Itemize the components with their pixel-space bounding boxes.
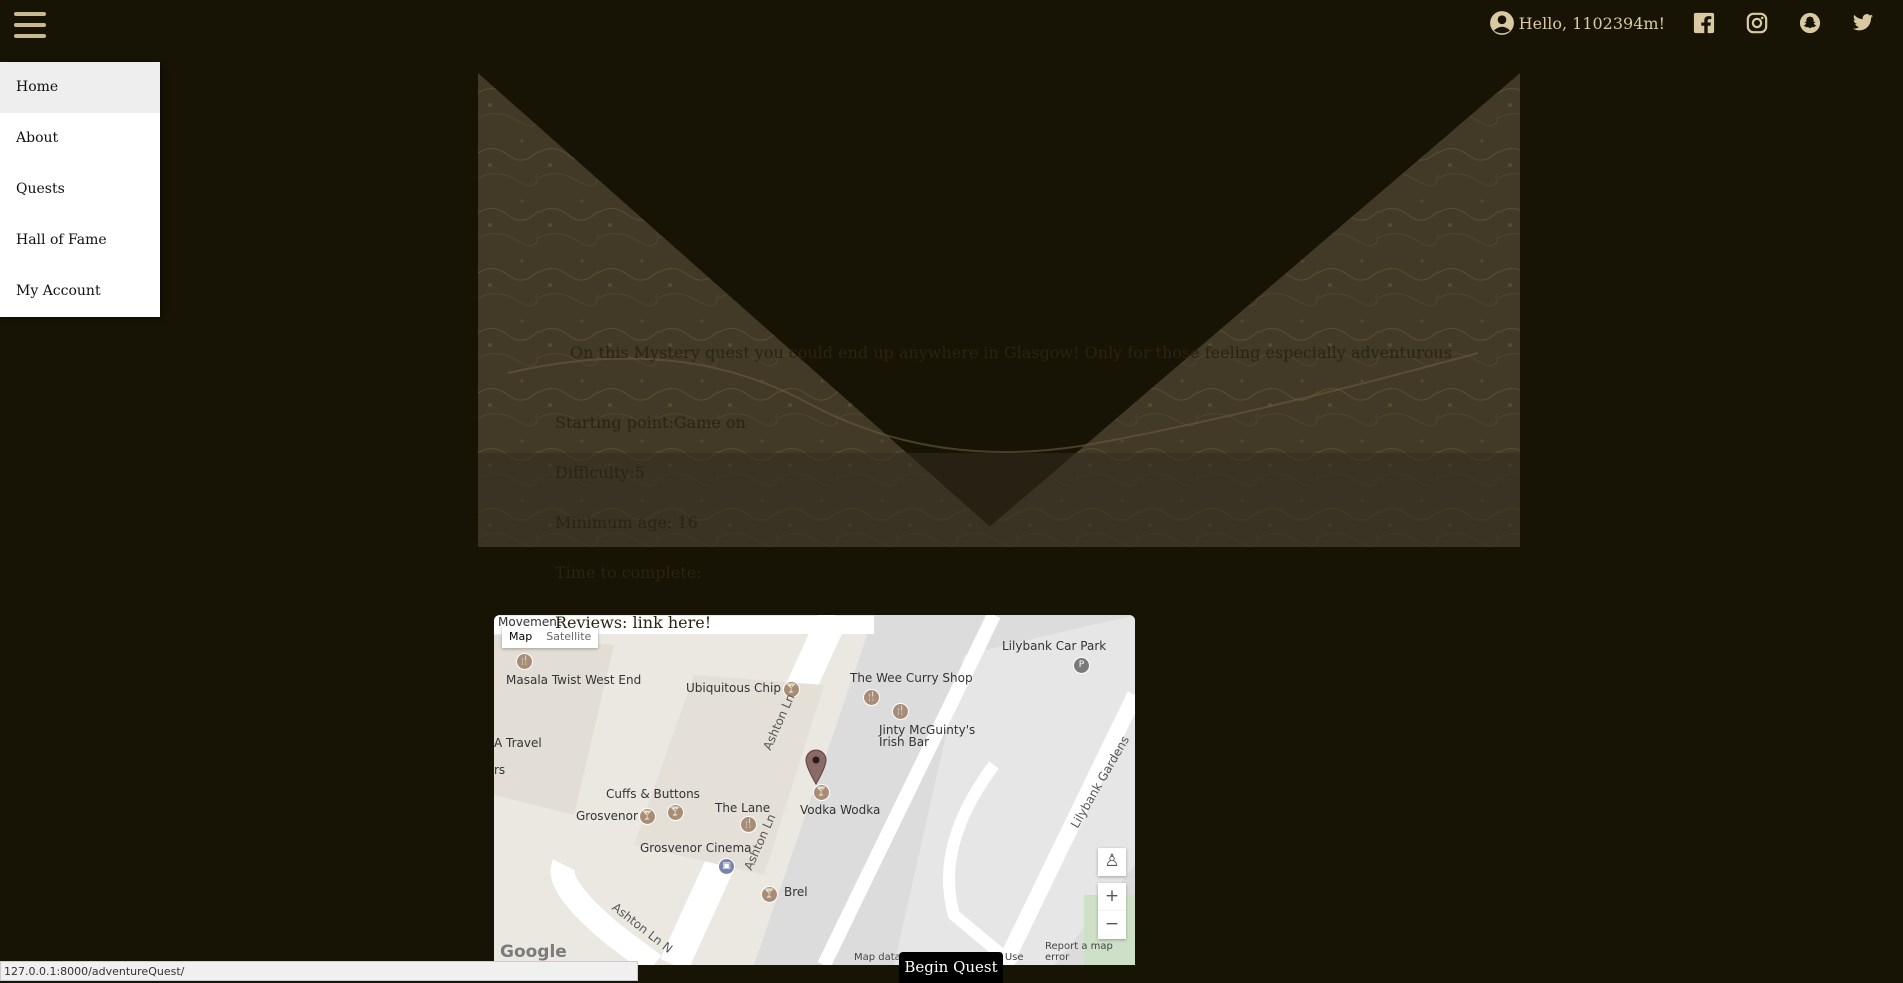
map-label: Lilybank Car Park [1002, 639, 1107, 653]
twitter-icon[interactable] [1850, 10, 1876, 36]
side-menu: Home About Quests Hall of Fame My Accoun… [0, 62, 160, 317]
menu-item-about[interactable]: About [0, 113, 160, 164]
restaurant-icon[interactable]: 🍴 [863, 689, 880, 706]
minimum-age: Minimum age: 16 [555, 513, 698, 532]
map-label: Movement [498, 615, 562, 629]
starting-point: Starting point:Game on [555, 413, 746, 432]
map-label: Masala Twist West End [506, 673, 642, 687]
restaurant-icon[interactable]: 🍴 [892, 703, 909, 720]
restaurant-icon[interactable]: 🍴 [516, 653, 533, 670]
facebook-icon[interactable] [1691, 10, 1717, 36]
map-label: Cuffs & Buttons [606, 787, 700, 801]
map-label: Grosvenor [576, 809, 638, 823]
quest-description: On this Mystery quest you could end up a… [570, 343, 1452, 362]
map-data-link[interactable]: Map data [854, 952, 901, 963]
menu-item-quests[interactable]: Quests [0, 164, 160, 215]
user-greeting[interactable]: Hello, 1102394m! [1489, 10, 1665, 36]
instagram-icon[interactable] [1744, 10, 1770, 36]
map-label: Ubiquitous Chip [686, 681, 781, 695]
parking-icon[interactable]: P [1073, 657, 1090, 674]
zoom-out-button[interactable]: − [1098, 911, 1126, 939]
map-label: Vodka Wodka [800, 803, 881, 817]
location-pin-icon[interactable] [805, 749, 827, 785]
browser-status-url: 127.0.0.1:8000/adventureQuest/ [0, 961, 638, 981]
menu-item-home[interactable]: Home [0, 62, 160, 113]
zoom-in-button[interactable]: + [1098, 883, 1126, 911]
bar-icon[interactable]: 🍸 [667, 804, 684, 821]
map-label: Grosvenor Cinema [640, 841, 752, 855]
greeting-text: Hello, 1102394m! [1518, 13, 1665, 33]
restaurant-icon[interactable]: 🍴 [740, 816, 757, 833]
difficulty: Difficulty:5 [555, 463, 645, 482]
menu-toggle-icon[interactable] [14, 12, 46, 40]
map-label: The Lane [715, 801, 771, 815]
google-logo: Google [500, 942, 567, 962]
google-map[interactable]: Map Satellite Movement 🍴 Masala Twist We… [494, 615, 1135, 965]
snapchat-icon[interactable] [1797, 10, 1823, 36]
report-map-error-link[interactable]: Report a map error [1045, 941, 1135, 963]
street-view-pegman-icon[interactable]: ♙ [1098, 848, 1126, 876]
map-label: rs [494, 763, 506, 777]
begin-quest-button[interactable]: Begin Quest [899, 952, 1003, 983]
menu-item-hall-of-fame[interactable]: Hall of Fame [0, 215, 160, 266]
time-to-complete: Time to complete: [555, 563, 702, 582]
bar-icon[interactable]: 🍸 [813, 784, 830, 801]
user-avatar-icon [1489, 11, 1514, 35]
map-label: Brel [784, 885, 808, 899]
map-label: Irish Bar [879, 735, 929, 749]
map-label: A Travel [494, 736, 542, 750]
bar-icon[interactable]: 🍸 [761, 886, 778, 903]
cinema-icon[interactable]: ▣ [718, 858, 735, 875]
map-label: The Wee Curry Shop [850, 671, 973, 685]
reviews-link[interactable]: Reviews: link here! [555, 613, 711, 632]
bar-icon[interactable]: 🍸 [639, 808, 656, 825]
menu-item-my-account[interactable]: My Account [0, 266, 160, 317]
header-right: Hello, 1102394m! [1489, 0, 1903, 46]
